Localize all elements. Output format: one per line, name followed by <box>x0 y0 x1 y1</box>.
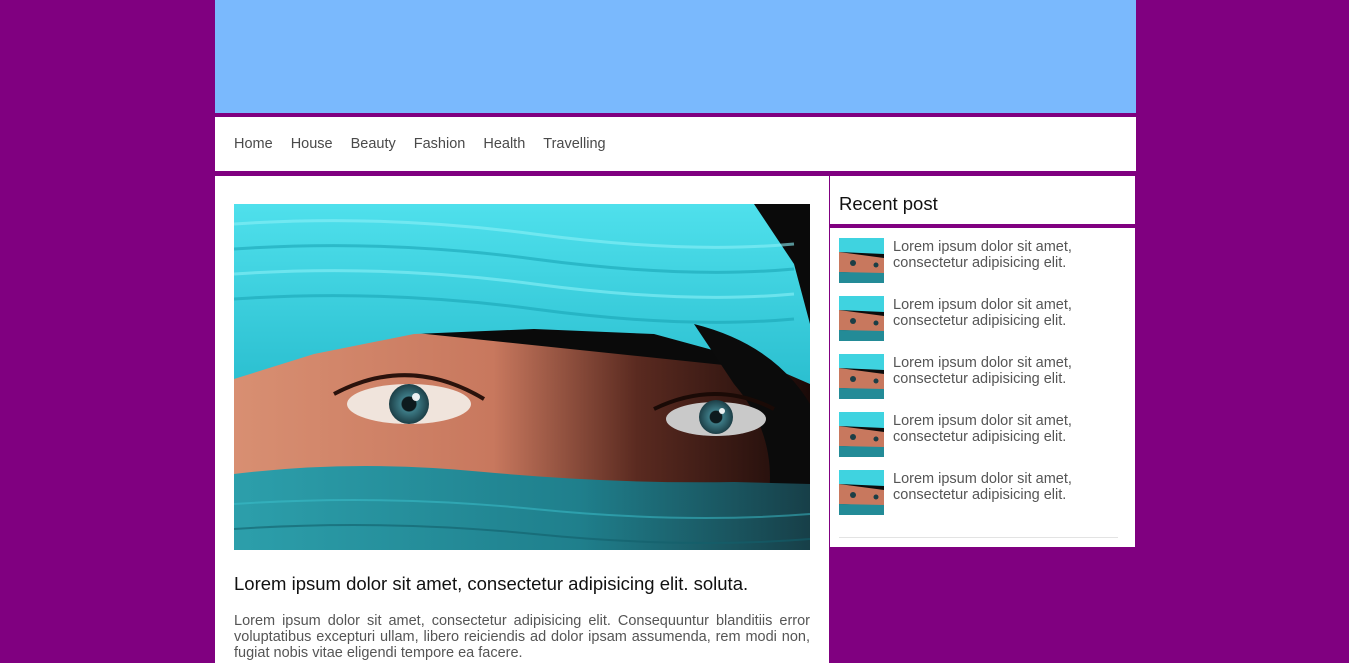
post-excerpt: Lorem ipsum dolor sit amet, consectetur … <box>234 613 810 661</box>
recent-post-thumbnail[interactable] <box>839 296 884 341</box>
recent-post-thumbnail[interactable] <box>839 470 884 515</box>
nav-item-fashion[interactable]: Fashion <box>414 136 466 152</box>
header-banner <box>215 0 1136 113</box>
nav-item-travelling[interactable]: Travelling <box>543 136 605 152</box>
nav-item-home[interactable]: Home <box>234 136 273 152</box>
nav-item-beauty[interactable]: Beauty <box>351 136 396 152</box>
recent-post-link[interactable]: Lorem ipsum dolor sit amet, consectetur … <box>893 239 1093 271</box>
post-title[interactable]: Lorem ipsum dolor sit amet, consectetur … <box>234 572 810 596</box>
recent-post-thumbnail[interactable] <box>839 238 884 283</box>
nav-item-health[interactable]: Health <box>483 136 525 152</box>
recent-post-link[interactable]: Lorem ipsum dolor sit amet, consectetur … <box>893 297 1093 329</box>
sidebar-divider <box>830 224 1135 228</box>
sidebar: Recent post Lorem ipsum dolor sit amet, … <box>830 176 1135 547</box>
recent-post-item[interactable]: Lorem ipsum dolor sit amet, consectetur … <box>839 238 1129 284</box>
recent-post-item[interactable]: Lorem ipsum dolor sit amet, consectetur … <box>839 412 1129 458</box>
main-nav: Home House Beauty Fashion Health Travell… <box>215 117 1136 171</box>
main-content: Lorem ipsum dolor sit amet, consectetur … <box>215 176 829 663</box>
recent-post-item[interactable]: Lorem ipsum dolor sit amet, consectetur … <box>839 296 1129 342</box>
recent-post-item[interactable]: Lorem ipsum dolor sit amet, consectetur … <box>839 354 1129 400</box>
nav-item-house[interactable]: House <box>291 136 333 152</box>
recent-post-link[interactable]: Lorem ipsum dolor sit amet, consectetur … <box>893 471 1093 503</box>
sidebar-title: Recent post <box>839 193 938 214</box>
recent-post-thumbnail[interactable] <box>839 412 884 457</box>
recent-post-thumbnail[interactable] <box>839 354 884 399</box>
sidebar-divider <box>839 537 1118 538</box>
recent-post-item[interactable]: Lorem ipsum dolor sit amet, consectetur … <box>839 470 1129 516</box>
featured-image[interactable] <box>234 204 810 550</box>
page: Home House Beauty Fashion Health Travell… <box>215 0 1136 663</box>
recent-post-link[interactable]: Lorem ipsum dolor sit amet, consectetur … <box>893 355 1093 387</box>
recent-post-link[interactable]: Lorem ipsum dolor sit amet, consectetur … <box>893 413 1093 445</box>
